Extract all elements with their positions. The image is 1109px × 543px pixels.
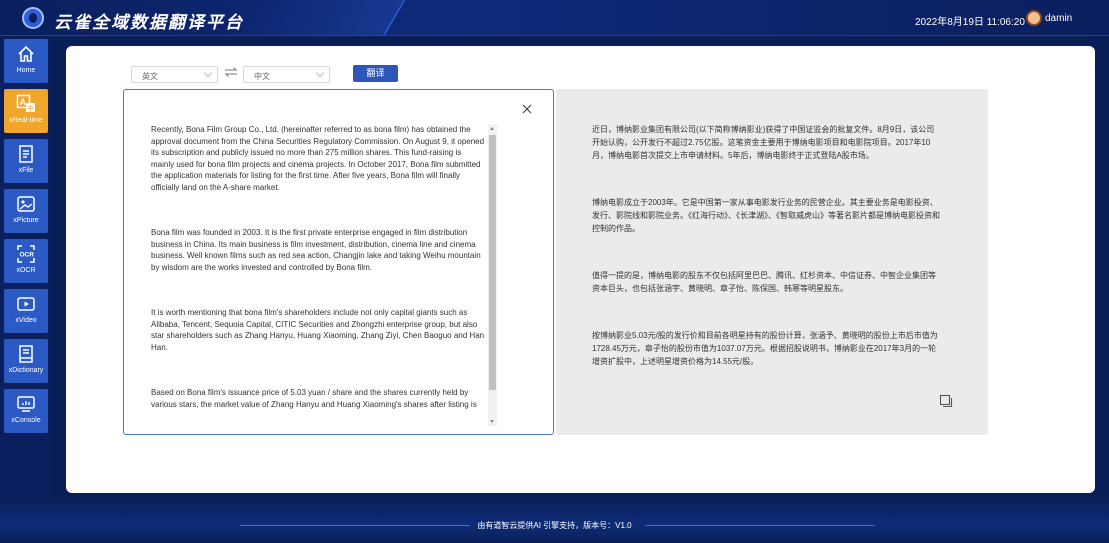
target-language-value: 中文: [254, 72, 270, 81]
app-title: 云雀全域数据翻译平台: [54, 13, 244, 32]
user-avatar-icon[interactable]: [1026, 10, 1042, 26]
datetime-display: 2022年8月19日 11:06:20: [915, 17, 1025, 28]
dictionary-icon: [19, 345, 33, 363]
svg-text:A: A: [20, 97, 27, 107]
footer: 由有道智云提供AI 引擎支持，版本号：V1.0: [0, 520, 1109, 531]
home-icon: [18, 45, 34, 62]
svg-text:OCR: OCR: [20, 252, 35, 259]
realtime-translate-icon: A 中: [16, 94, 35, 113]
scroll-up-arrow-icon[interactable]: [490, 127, 494, 130]
translation-text-area: 近日，博纳影业集团有限公司(以下简称博纳影业)获得了中国证监会的批复文件。8月9…: [592, 123, 942, 402]
sidebar-item-label: xPicture: [13, 217, 39, 224]
scrollbar-thumb[interactable]: [489, 135, 496, 390]
source-paragraph: Bona film was founded in 2003. It is the…: [151, 228, 481, 272]
sidebar-item-picture[interactable]: xPicture: [4, 189, 48, 233]
swap-languages-icon[interactable]: [224, 65, 238, 79]
source-paragraph: Recently, Bona Film Group Co., Ltd. (her…: [151, 125, 485, 192]
sidebar-item-label: xConsole: [11, 417, 41, 424]
header-decoration: [224, 0, 406, 36]
main-content-card: 英文 中文 翻译 Recently, Bona Film Group Co., …: [66, 46, 1095, 493]
svg-text:中: 中: [27, 104, 34, 113]
source-language-select[interactable]: 英文: [131, 66, 218, 83]
chevron-down-icon: [315, 68, 325, 78]
sidebar-item-realtime[interactable]: A 中 xReal-time: [4, 89, 48, 133]
copy-icon[interactable]: [939, 394, 953, 408]
sidebar-item-file[interactable]: xFile: [4, 139, 48, 183]
sidebar-item-label: xReal-time: [9, 117, 43, 124]
footer-text: 由有道智云提供AI 引擎支持，版本号：V1.0: [477, 521, 632, 530]
sidebar-item-label: xOCR: [16, 267, 36, 274]
sidebar-item-dictionary[interactable]: xDictionary: [4, 339, 48, 383]
source-scrollbar[interactable]: [488, 124, 497, 426]
sidebar-item-video[interactable]: xVideo: [4, 289, 48, 333]
scroll-down-arrow-icon[interactable]: [490, 420, 494, 423]
sidebar-item-label: xDictionary: [8, 367, 44, 374]
source-paragraph: It is worth mentioning that bona film's …: [151, 308, 485, 352]
sidebar-item-label: xVideo: [15, 317, 37, 324]
picture-icon: [17, 196, 35, 212]
app-logo-icon: [22, 7, 44, 29]
source-text-area[interactable]: Recently, Bona Film Group Co., Ltd. (her…: [151, 124, 486, 424]
video-icon: [17, 297, 35, 311]
sidebar-item-console[interactable]: xConsole: [4, 389, 48, 433]
source-paragraph: Based on Bona film's issuance price of 5…: [151, 388, 477, 409]
close-icon[interactable]: [521, 103, 533, 115]
sidebar-nav: Home A 中 xReal-time xFile xPicture OCR x…: [0, 37, 50, 543]
sidebar-item-ocr[interactable]: OCR xOCR: [4, 239, 48, 283]
translation-paragraph: 近日，博纳影业集团有限公司(以下简称博纳影业)获得了中国证监会的批复文件。8月9…: [592, 125, 935, 160]
source-text-panel[interactable]: Recently, Bona Film Group Co., Ltd. (her…: [123, 89, 554, 435]
chevron-down-icon: [203, 68, 213, 78]
translation-result-panel: 近日，博纳影业集团有限公司(以下简称博纳影业)获得了中国证监会的批复文件。8月9…: [556, 89, 988, 435]
translation-paragraph: 博纳电影成立于2003年。它是中国第一家从事电影发行业务的民营企业。其主要业务是…: [592, 198, 940, 233]
source-language-value: 英文: [142, 72, 158, 81]
ocr-icon: OCR: [17, 245, 35, 263]
target-language-select[interactable]: 中文: [243, 66, 330, 83]
file-icon: [19, 145, 33, 163]
translation-paragraph: 按博纳影业5.03元/股的发行价和目前各明星持有的股份计算，张涵予、黄晓明的股份…: [592, 331, 938, 366]
top-header: 云雀全域数据翻译平台 2022年8月19日 11:06:20 damin: [0, 0, 1109, 36]
translate-button[interactable]: 翻译: [353, 65, 398, 82]
username[interactable]: damin: [1045, 13, 1072, 24]
sidebar-item-label: Home: [16, 67, 36, 74]
translation-paragraph: 值得一提的是，博纳电影的股东不仅包括阿里巴巴、腾讯、红杉资本、中信证券、中智企业…: [592, 271, 936, 293]
sidebar-item-home[interactable]: Home: [4, 39, 48, 83]
sidebar-item-label: xFile: [18, 167, 34, 174]
console-icon: [17, 396, 35, 412]
